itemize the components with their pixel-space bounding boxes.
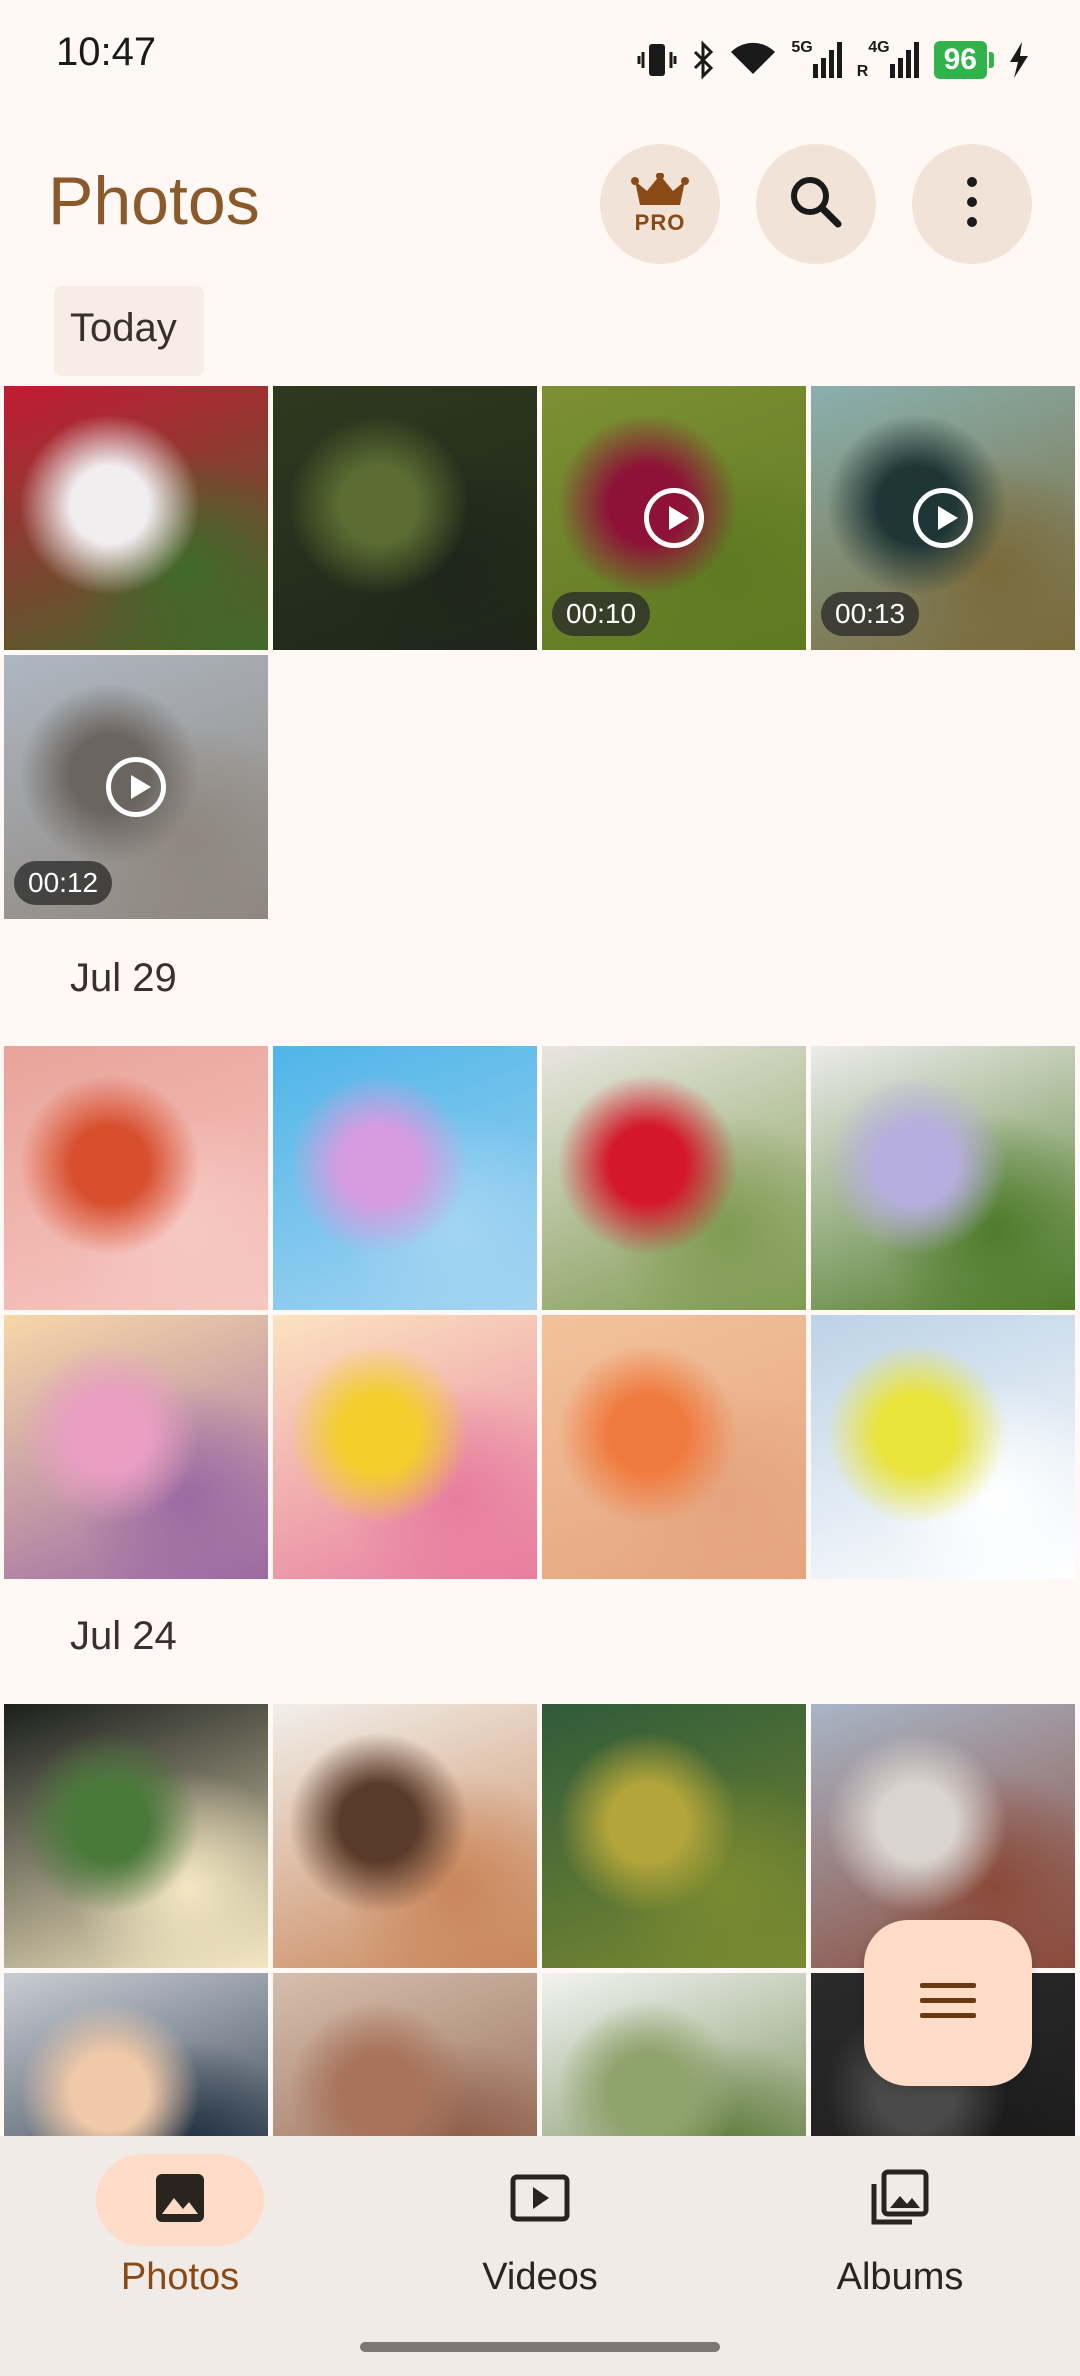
vibrate-icon: [637, 40, 677, 80]
video-tile[interactable]: 00:10: [542, 386, 806, 650]
pro-button[interactable]: PRO: [600, 144, 720, 264]
bluetooth-icon: [691, 40, 715, 80]
more-options-button[interactable]: [912, 144, 1032, 264]
section-header-jul-29: Jul 29: [0, 956, 1080, 1026]
photo-tile[interactable]: [273, 1315, 537, 1579]
pro-label: PRO: [634, 209, 686, 235]
play-icon: [106, 757, 166, 817]
signal-5g-icon: 5G: [791, 40, 842, 80]
section-label: Jul 29: [70, 956, 177, 1000]
menu-fab[interactable]: [864, 1920, 1032, 2086]
charging-icon: [1008, 40, 1030, 80]
video-duration: 00:13: [821, 592, 920, 636]
nav-pill: [456, 2154, 624, 2246]
photo-tile[interactable]: [542, 1315, 806, 1579]
search-button[interactable]: [756, 144, 876, 264]
video-tile[interactable]: 00:12: [4, 655, 268, 919]
nav-label: Albums: [836, 2256, 964, 2298]
signal-4g-icon: R 4G: [857, 40, 920, 80]
video-duration: 00:10: [552, 592, 651, 636]
nav-label: Photos: [120, 2256, 240, 2298]
search-icon: [786, 172, 846, 237]
nav-item-photos[interactable]: Photos: [60, 2154, 300, 2304]
play-box-icon: [510, 2172, 570, 2229]
photo-tile[interactable]: [273, 1046, 537, 1310]
nav-item-videos[interactable]: Videos: [420, 2154, 660, 2304]
video-tile[interactable]: 00:13: [811, 386, 1075, 650]
photo-tile[interactable]: [4, 386, 268, 650]
nav-label: Videos: [482, 2256, 598, 2298]
crown-icon: [631, 171, 689, 212]
photo-tile[interactable]: [4, 1704, 268, 1968]
image-icon: [154, 2172, 206, 2229]
photo-tile[interactable]: [811, 1046, 1075, 1310]
battery-icon: 96: [933, 41, 994, 79]
wifi-icon: [729, 40, 777, 80]
video-duration: 00:12: [14, 861, 113, 905]
photo-tile[interactable]: [542, 1046, 806, 1310]
status-icons: 5G R 4G 96: [637, 36, 1030, 84]
page-title: Photos: [48, 163, 260, 239]
photo-tile[interactable]: [273, 386, 537, 650]
more-vert-icon: [964, 176, 980, 233]
albums-icon: [870, 2168, 930, 2233]
section-header-today: Today: [0, 306, 1080, 376]
photo-tile[interactable]: [4, 1046, 268, 1310]
play-icon: [913, 488, 973, 548]
nav-pill: [96, 2154, 264, 2246]
battery-level: 96: [933, 41, 987, 79]
top-app-bar: Photos PRO: [0, 140, 1080, 270]
section-header-jul-24: Jul 24: [0, 1614, 1080, 1684]
photo-tile[interactable]: [811, 1315, 1075, 1579]
nav-pill: [816, 2154, 984, 2246]
photo-grid-today: 00:10 00:13 00:12: [4, 386, 1075, 919]
photo-tile[interactable]: [4, 1315, 268, 1579]
photo-tile[interactable]: [273, 1704, 537, 1968]
menu-icon: [920, 1981, 976, 2026]
section-label: Jul 24: [70, 1614, 177, 1658]
photo-grid-jul-29: [4, 1046, 1075, 1579]
photo-tile[interactable]: [542, 1704, 806, 1968]
home-indicator[interactable]: [360, 2342, 720, 2352]
status-bar: 10:47 5G R 4G 96: [0, 0, 1080, 120]
status-time: 10:47: [56, 30, 157, 74]
nav-item-albums[interactable]: Albums: [780, 2154, 1020, 2304]
play-icon: [644, 488, 704, 548]
section-label: Today: [70, 306, 177, 350]
bottom-navigation: Photos Videos Albums: [0, 2136, 1080, 2376]
